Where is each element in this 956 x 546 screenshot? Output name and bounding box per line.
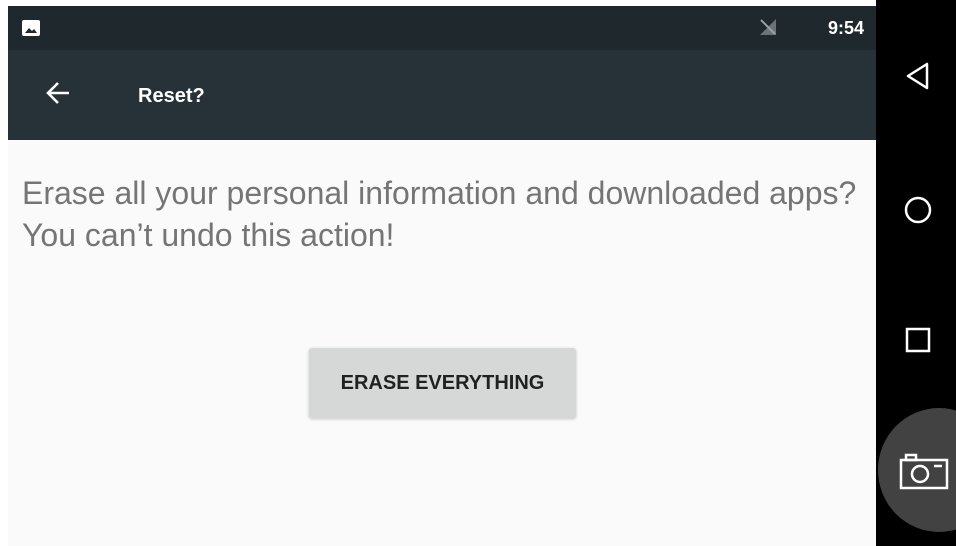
back-triangle-icon [903, 61, 933, 96]
camera-button[interactable] [878, 408, 956, 532]
no-sim-icon [760, 19, 776, 35]
home-circle-icon [903, 195, 933, 230]
nav-recents-button[interactable] [898, 322, 938, 362]
status-time: 9:54 [827, 18, 864, 38]
main-content: Erase all your personal information and … [8, 140, 876, 546]
reset-warning-message: Erase all your personal information and … [22, 175, 857, 253]
page-title: Reset? [138, 85, 205, 107]
erase-everything-button[interactable]: ERASE EVERYTHING [309, 348, 576, 418]
app-toolbar: Reset? [8, 50, 876, 140]
nav-back-button[interactable] [898, 58, 938, 98]
status-bar: 9:54 [8, 6, 876, 50]
device-screen: 9:54 Reset? Erase all your personal info… [8, 6, 876, 546]
camera-icon [898, 452, 950, 492]
image-icon [22, 20, 40, 36]
arrow-left-icon [45, 81, 71, 110]
nav-home-button[interactable] [898, 192, 938, 232]
recents-square-icon [903, 325, 933, 360]
back-button[interactable] [38, 75, 78, 115]
navigation-bar [876, 0, 956, 546]
